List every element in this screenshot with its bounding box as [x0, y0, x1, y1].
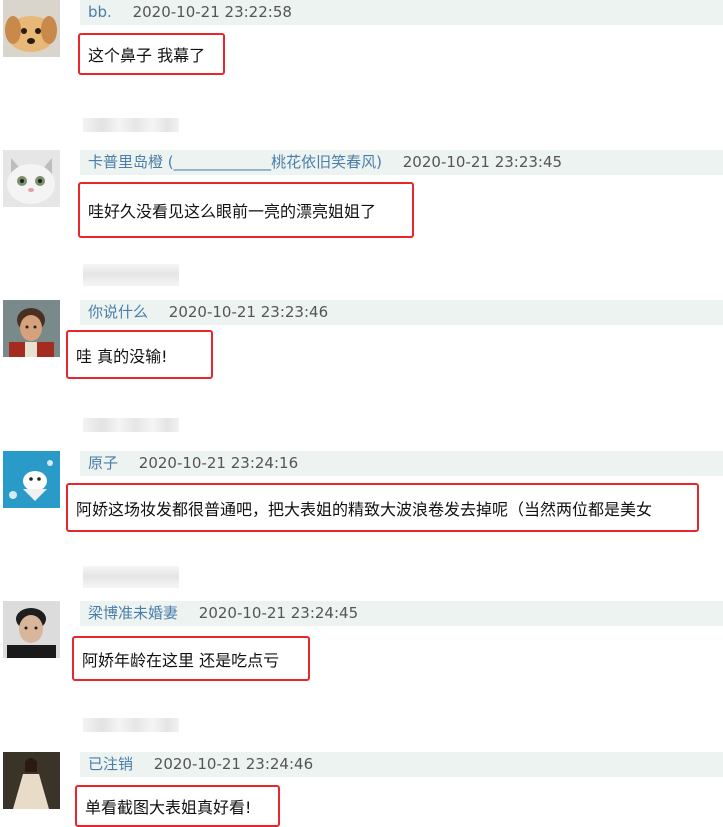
blurred-content	[83, 118, 179, 132]
comment-meta: 你说什么 2020-10-21 23:23:46	[80, 300, 723, 325]
comment-text: 这个鼻子 我幕了	[78, 33, 225, 75]
comment-text: 阿娇年龄在这里 还是吃点亏	[72, 636, 310, 681]
comment-text: 哇好久没看见这么眼前一亮的漂亮姐姐了	[78, 182, 414, 238]
comment-text: 单看截图大表姐真好看!	[75, 785, 280, 827]
comment-text-content: 阿娇这场妆发都很普通吧，把大表姐的精致大波浪卷发去掉呢（当然两位都是美女	[76, 499, 653, 519]
comment-text: 阿娇这场妆发都很普通吧，把大表姐的精致大波浪卷发去掉呢（当然两位都是美女	[66, 483, 699, 532]
timestamp: 2020-10-21 23:24:46	[153, 755, 314, 773]
username-link[interactable]: 梁博准未婚妻	[88, 604, 178, 622]
timestamp: 2020-10-21 23:24:16	[138, 454, 299, 472]
comment-meta: 梁博准未婚妻 2020-10-21 23:24:45	[80, 601, 723, 626]
comment-text-content: 哇 真的没输!	[76, 346, 168, 366]
timestamp: 2020-10-21 23:24:45	[198, 604, 359, 622]
kitten-avatar-icon[interactable]	[3, 150, 60, 207]
cartoon-avatar-icon[interactable]	[3, 451, 60, 508]
username-link[interactable]: 卡普里岛橙 (_____________桃花依旧笑春风)	[88, 153, 382, 171]
man-portrait-avatar-icon[interactable]	[3, 300, 60, 357]
username-link[interactable]: bb.	[88, 3, 112, 21]
comment-meta: 原子 2020-10-21 23:24:16	[80, 451, 723, 476]
comment-text-content: 哇好久没看见这么眼前一亮的漂亮姐姐了	[88, 202, 377, 221]
puppy-avatar-icon[interactable]	[3, 0, 60, 57]
timestamp: 2020-10-21 23:22:58	[132, 3, 292, 21]
timestamp: 2020-10-21 23:23:45	[402, 153, 563, 171]
woman-dress-avatar-icon[interactable]	[3, 752, 60, 809]
blurred-content	[83, 264, 179, 286]
username-link[interactable]: 原子	[88, 454, 118, 472]
blurred-content	[83, 718, 179, 732]
comment-meta: bb. 2020-10-21 23:22:58	[80, 0, 723, 25]
comment-text-content: 这个鼻子 我幕了	[88, 46, 206, 65]
timestamp: 2020-10-21 23:23:46	[168, 303, 329, 321]
comment-text: 哇 真的没输!	[66, 330, 213, 379]
man-avatar-icon[interactable]	[3, 601, 60, 658]
username-link[interactable]: 你说什么	[88, 303, 148, 321]
blurred-content	[83, 566, 179, 588]
comment-meta: 卡普里岛橙 (_____________桃花依旧笑春风) 2020-10-21 …	[80, 150, 723, 175]
comment-meta: 已注销 2020-10-21 23:24:46	[80, 752, 723, 777]
blurred-content	[83, 418, 179, 432]
comment-text-content: 单看截图大表姐真好看!	[85, 798, 252, 817]
username-link[interactable]: 已注销	[88, 755, 133, 773]
comment-text-content: 阿娇年龄在这里 还是吃点亏	[82, 650, 280, 670]
